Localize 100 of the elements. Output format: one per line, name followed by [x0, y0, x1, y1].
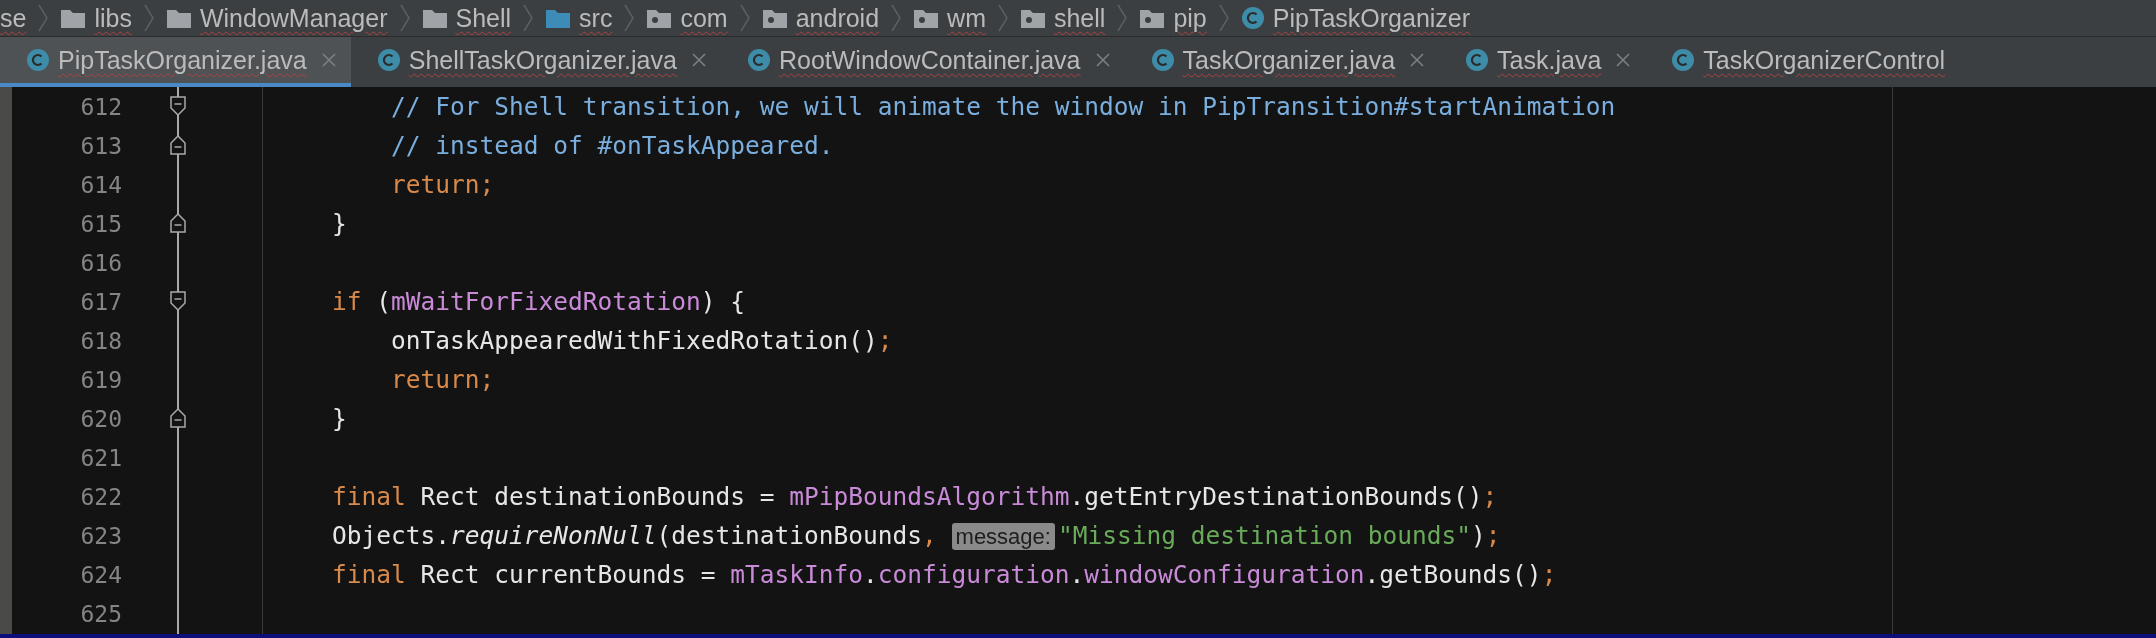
- code-text: }: [331, 209, 347, 238]
- package-icon: [1139, 7, 1166, 29]
- package-icon: [1019, 7, 1046, 29]
- close-icon[interactable]: [1615, 52, 1632, 68]
- breadcrumb-item[interactable]: WindowManager: [199, 3, 388, 33]
- code-keyword: final: [331, 482, 407, 511]
- code-text: Rect destinationBounds =: [420, 482, 776, 511]
- code-keyword: ,: [922, 521, 938, 550]
- class-icon: [26, 48, 50, 72]
- code-text: ): [1470, 521, 1486, 550]
- breadcrumb-item[interactable]: android: [795, 3, 880, 33]
- fold-icon[interactable]: [170, 135, 186, 155]
- code-keyword: ;: [1485, 521, 1501, 550]
- fold-icon[interactable]: [170, 213, 186, 233]
- code-field: mTaskInfo: [730, 560, 864, 589]
- code-keyword: if: [331, 287, 363, 316]
- line-number: 618: [79, 327, 122, 354]
- line-number: 620: [79, 405, 122, 432]
- code-string: "Missing destination bounds": [1057, 521, 1471, 550]
- chevron-icon: [891, 3, 902, 33]
- parameter-hint: message:: [951, 523, 1055, 550]
- code-keyword: ;: [877, 326, 893, 355]
- file-tab[interactable]: PipTaskOrganizer.java: [0, 37, 351, 87]
- code-text: .getEntryDestinationBounds(): [1069, 482, 1483, 511]
- breadcrumb-item[interactable]: se: [0, 3, 27, 33]
- file-tab[interactable]: Task.java: [1439, 37, 1646, 87]
- folder-icon: [545, 7, 572, 29]
- close-icon[interactable]: [1409, 52, 1426, 68]
- fold-icon[interactable]: [170, 291, 186, 311]
- line-number: 613: [79, 132, 122, 159]
- fold-icon[interactable]: [170, 96, 186, 116]
- line-number: 617: [79, 288, 122, 315]
- class-icon: [746, 48, 771, 72]
- file-tab[interactable]: ShellTaskOrganizer.java: [350, 37, 721, 87]
- code-text: .: [863, 560, 878, 589]
- class-icon: [1150, 48, 1175, 72]
- class-icon: [376, 48, 401, 72]
- code-method: requireNonNull: [450, 521, 657, 550]
- chevron-icon: [997, 3, 1008, 33]
- code-text: (destinationBounds: [656, 521, 923, 550]
- chevron-icon: [1218, 3, 1229, 33]
- code-text: .getBounds(): [1364, 560, 1542, 589]
- chevron-icon: [1117, 3, 1128, 33]
- line-number: 615: [79, 210, 122, 237]
- code-keyword: final: [331, 560, 407, 589]
- folder-icon: [165, 7, 192, 29]
- chevron-icon: [523, 3, 534, 33]
- breadcrumb-item[interactable]: pip: [1173, 3, 1207, 33]
- code-comment: // For Shell transition, we will animate the window in PipTransition#startAnimation: [390, 92, 1616, 121]
- package-icon: [761, 7, 788, 29]
- chevron-icon: [739, 3, 750, 33]
- code-keyword: ;: [1541, 560, 1557, 589]
- code-keyword: return;: [390, 170, 495, 199]
- breadcrumb-item[interactable]: shell: [1053, 3, 1106, 33]
- code-field: configuration: [877, 560, 1070, 589]
- line-number: 621: [79, 444, 122, 471]
- package-icon: [646, 7, 673, 29]
- line-number: 614: [79, 171, 122, 198]
- breadcrumb-item[interactable]: com: [680, 3, 728, 33]
- line-number: 622: [79, 483, 122, 510]
- class-icon: [1671, 48, 1696, 72]
- breadcrumb-item[interactable]: Shell: [455, 3, 512, 33]
- code-text: ) {: [700, 287, 746, 316]
- code-field: mWaitForFixedRotation: [391, 287, 701, 316]
- line-number: 616: [79, 249, 122, 276]
- class-icon: [1240, 6, 1265, 30]
- chevron-icon: [143, 3, 154, 33]
- line-number: 623: [79, 522, 122, 549]
- line-number: 612: [79, 93, 122, 120]
- breadcrumb-item[interactable]: wm: [947, 3, 986, 33]
- line-number: 619: [79, 366, 122, 393]
- close-icon[interactable]: [1094, 52, 1111, 68]
- file-tab[interactable]: RootWindowContainer.java: [720, 37, 1125, 87]
- code-comment: // instead of #onTaskAppeared.: [390, 131, 834, 160]
- code-field: mPipBoundsAlgorithm: [789, 482, 1070, 511]
- breadcrumb-item[interactable]: src: [579, 3, 613, 33]
- folder-icon: [60, 7, 87, 29]
- chevron-icon: [399, 3, 410, 33]
- code-text: }: [331, 404, 347, 433]
- folder-icon: [421, 7, 448, 29]
- package-icon: [913, 7, 940, 29]
- code-text: Objects.: [331, 521, 450, 550]
- close-icon[interactable]: [690, 52, 707, 68]
- file-tab[interactable]: TaskOrganizerControl: [1645, 37, 1960, 87]
- code-text: Rect currentBounds =: [420, 560, 717, 589]
- code-field: windowConfiguration: [1084, 560, 1365, 589]
- code-text: (: [376, 287, 392, 316]
- breadcrumb-item[interactable]: libs: [94, 3, 132, 33]
- file-tab[interactable]: TaskOrganizer.java: [1124, 37, 1440, 87]
- breadcrumb-item[interactable]: PipTaskOrganizer: [1272, 3, 1471, 33]
- code-keyword: return;: [390, 365, 495, 394]
- chevron-icon: [624, 3, 635, 33]
- code-text: .: [1069, 560, 1085, 589]
- line-number: 625: [79, 600, 122, 627]
- fold-icon[interactable]: [170, 408, 186, 428]
- code-text: onTaskAppearedWithFixedRotation(): [390, 326, 878, 355]
- line-number: 624: [79, 561, 122, 588]
- class-icon: [1465, 48, 1490, 72]
- code-keyword: ;: [1482, 482, 1498, 511]
- chevron-icon: [38, 3, 49, 33]
